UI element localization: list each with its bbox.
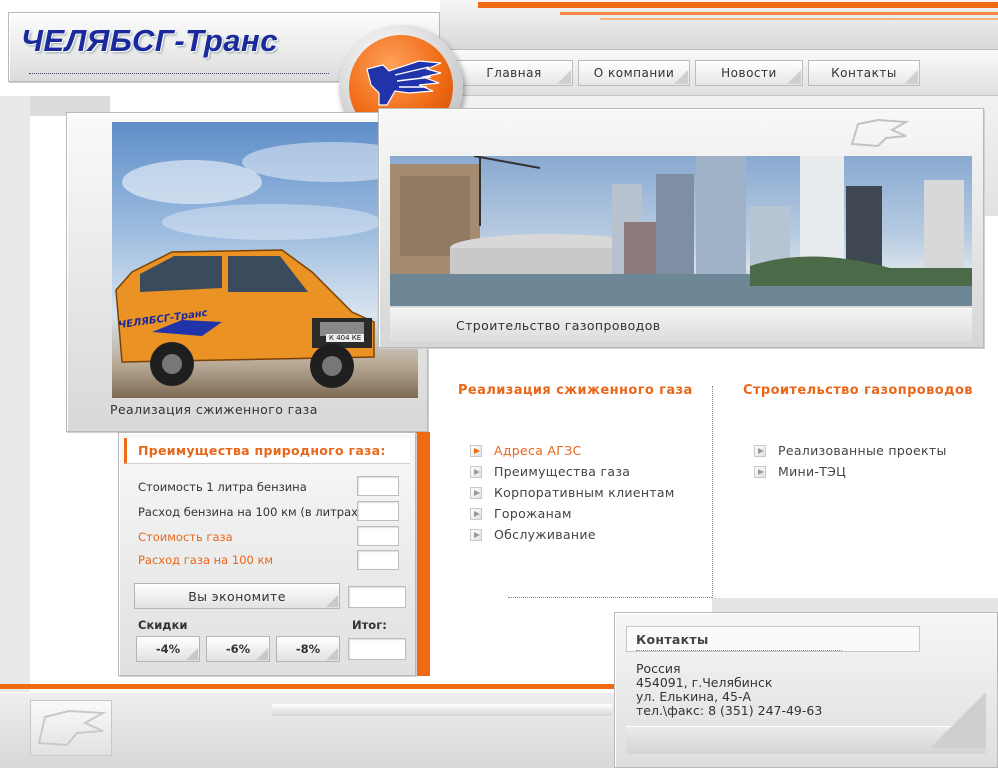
link-label: Преимущества газа <box>494 464 631 479</box>
nav-news[interactable]: Новости <box>695 60 803 86</box>
calculator-orange-edge <box>414 432 430 676</box>
contacts-title: Контакты <box>636 632 709 647</box>
calc-total-label: Итог: <box>352 618 387 632</box>
calc-discounts-label: Скидки <box>138 618 188 632</box>
link-label: Адреса АГЗС <box>494 443 582 458</box>
bg-left-band <box>0 96 30 696</box>
calc-savings-output <box>348 586 406 608</box>
banner-right-photo <box>390 156 972 306</box>
footer-bird-icon <box>37 709 107 747</box>
contacts-country: Россия <box>636 661 681 676</box>
contacts-city: 454091, г.Челябинск <box>636 675 773 690</box>
link-label: Мини-ТЭЦ <box>778 464 847 479</box>
van-illustration <box>115 142 418 388</box>
link-citizens[interactable]: Горожанам <box>470 503 710 524</box>
van-plate: К 404 КЕ <box>326 334 365 342</box>
contacts-phone: тел.\факс: 8 (351) 247-49-63 <box>636 703 823 718</box>
discount-6-button[interactable]: -6% <box>206 636 270 662</box>
logo-dots <box>29 73 329 74</box>
link-service[interactable]: Обслуживание <box>470 524 710 545</box>
calc-input-gas-price[interactable] <box>357 526 399 546</box>
section-lpg-title: Реализация сжиженного газа <box>458 383 693 398</box>
calc-input-gas-consumption[interactable] <box>357 550 399 570</box>
link-mini-chp[interactable]: Мини-ТЭЦ <box>754 461 990 482</box>
banner-watermark-icon <box>848 114 912 154</box>
link-completed-projects[interactable]: Реализованные проекты <box>754 440 990 461</box>
link-label: Корпоративным клиентам <box>494 485 675 500</box>
arrow-bullet-icon <box>470 528 482 541</box>
banner-left-caption: Реализация сжиженного газа <box>110 402 318 417</box>
orange-stripe-top-3 <box>600 18 998 20</box>
orange-stripe-top <box>478 2 998 8</box>
contacts-street: ул. Елькина, 45-А <box>636 689 752 704</box>
banner-left-photo: ЧЕЛЯБСГ-Транс К 404 КЕ <box>112 122 418 398</box>
link-agzs-addresses[interactable]: Адреса АГЗС <box>470 440 710 461</box>
calc-input-petrol-price[interactable] <box>357 476 399 496</box>
discount-4-button[interactable]: -4% <box>136 636 200 662</box>
calc-total-output <box>348 638 406 660</box>
arrow-bullet-icon <box>470 486 482 499</box>
link-label: Обслуживание <box>494 527 596 542</box>
city-skyline-illustration <box>390 156 972 306</box>
calc-save-button[interactable]: Вы экономите <box>134 583 340 609</box>
logo-text[interactable]: ЧЕЛЯБСГ-Транс <box>21 23 278 59</box>
link-gas-benefits[interactable]: Преимущества газа <box>470 461 710 482</box>
banner-right-caption: Строительство газопроводов <box>456 318 661 333</box>
calc-label-gas-consumption: Расход газа на 100 км <box>138 553 274 567</box>
footer-stripe <box>272 704 612 716</box>
footer-orange-line <box>0 684 620 689</box>
contacts-corner-shape <box>930 692 986 748</box>
nav-about[interactable]: О компании <box>578 60 690 86</box>
calculator-title: Преимущества природного газа: <box>138 443 386 458</box>
arrow-bullet-icon <box>470 507 482 520</box>
section-lpg-list: Адреса АГЗС Преимущества газа Корпоратив… <box>470 440 710 545</box>
footer-left-box <box>30 700 112 756</box>
arrow-bullet-icon <box>470 465 482 478</box>
section-lpg-bottom-dots <box>508 597 712 598</box>
section-pipes-title: Строительство газопроводов <box>743 383 973 398</box>
link-label: Реализованные проекты <box>778 443 947 458</box>
arrow-bullet-icon <box>754 465 766 478</box>
calc-label-petrol-consumption: Расход бензина на 100 км (в литрах) <box>138 505 363 519</box>
section-pipes-list: Реализованные проекты Мини-ТЭЦ <box>754 440 990 482</box>
calc-label-gas-price: Стоимость газа <box>138 530 233 544</box>
page: { "header": { "logo_text": "ЧЕЛЯБСГ-Тран… <box>0 0 998 768</box>
orange-stripe-top-2 <box>560 12 998 15</box>
contacts-title-dots <box>636 650 842 651</box>
arrow-bullet-icon <box>754 444 766 457</box>
calc-input-petrol-consumption[interactable] <box>357 501 399 521</box>
nav-contacts[interactable]: Контакты <box>808 60 920 86</box>
nav-home[interactable]: Главная <box>455 60 573 86</box>
link-corporate-clients[interactable]: Корпоративным клиентам <box>470 482 710 503</box>
discount-8-button[interactable]: -8% <box>276 636 340 662</box>
calc-label-petrol-price: Стоимость 1 литра бензина <box>138 480 307 494</box>
arrow-bullet-icon <box>470 444 482 457</box>
link-label: Горожанам <box>494 506 572 521</box>
section-divider-vertical <box>712 386 713 598</box>
